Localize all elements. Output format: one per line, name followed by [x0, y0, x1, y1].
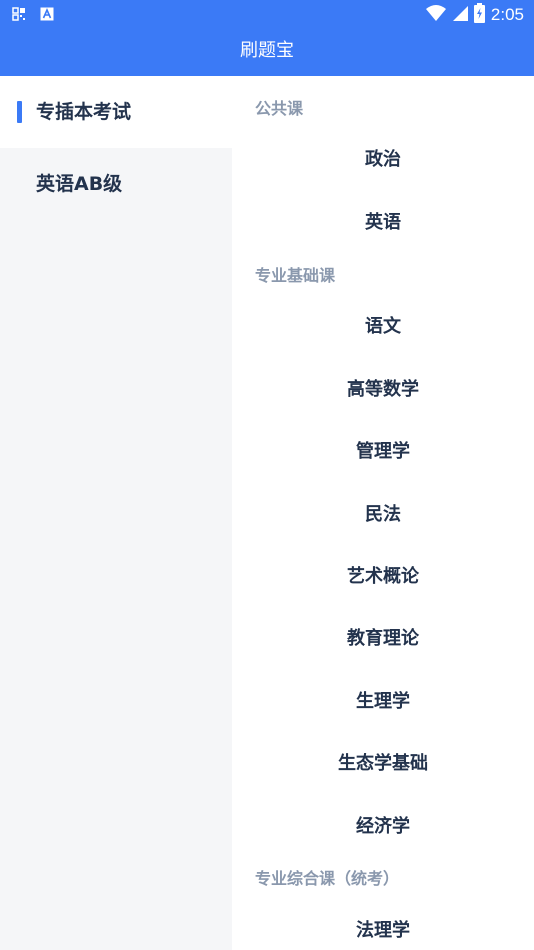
section-header-public: 公共课 [255, 99, 304, 118]
subject-item[interactable]: 民法 [232, 495, 534, 535]
qr-grid-icon [12, 6, 26, 25]
section-header-comprehensive: 专业综合课（统考） [255, 869, 400, 888]
a-letter-icon [40, 6, 54, 25]
subject-item[interactable]: 生理学 [232, 682, 534, 722]
subject-item[interactable]: 经济学 [232, 807, 534, 847]
subject-item[interactable]: 英语 [232, 203, 534, 243]
cell-signal-icon [452, 4, 468, 26]
status-right: 2:05 [425, 3, 524, 27]
subject-item[interactable]: 语文 [232, 307, 534, 347]
section-header-basic: 专业基础课 [255, 266, 336, 285]
sidebar-item-zhuanchaben[interactable]: 专插本考试 [0, 76, 232, 148]
subject-item[interactable]: 生态学基础 [232, 744, 534, 784]
status-left [12, 6, 54, 25]
subject-item[interactable]: 管理学 [232, 432, 534, 472]
active-indicator [17, 101, 22, 123]
subject-list: 公共课 政治 英语 专业基础课 语文 高等数学 管理学 民法 艺术概论 教育理论… [232, 76, 534, 950]
status-time: 2:05 [490, 5, 524, 24]
subject-item[interactable]: 高等数学 [232, 370, 534, 410]
status-bar: 2:05 [0, 0, 534, 28]
sidebar-item-label: 专插本考试 [36, 101, 132, 123]
battery-charging-icon [473, 3, 485, 27]
page-title: 刷题宝 [240, 40, 294, 61]
sidebar: 专插本考试 英语AB级 [0, 76, 232, 950]
sidebar-item-label: 英语AB级 [36, 173, 123, 195]
subject-item[interactable]: 政治 [232, 140, 534, 180]
subject-item[interactable]: 教育理论 [232, 619, 534, 659]
subject-item[interactable]: 法理学 [232, 911, 534, 950]
sidebar-item-english-ab[interactable]: 英语AB级 [0, 148, 232, 220]
app-bar: 刷题宝 [0, 28, 534, 76]
wifi-icon [425, 4, 446, 26]
subject-item[interactable]: 艺术概论 [232, 557, 534, 597]
